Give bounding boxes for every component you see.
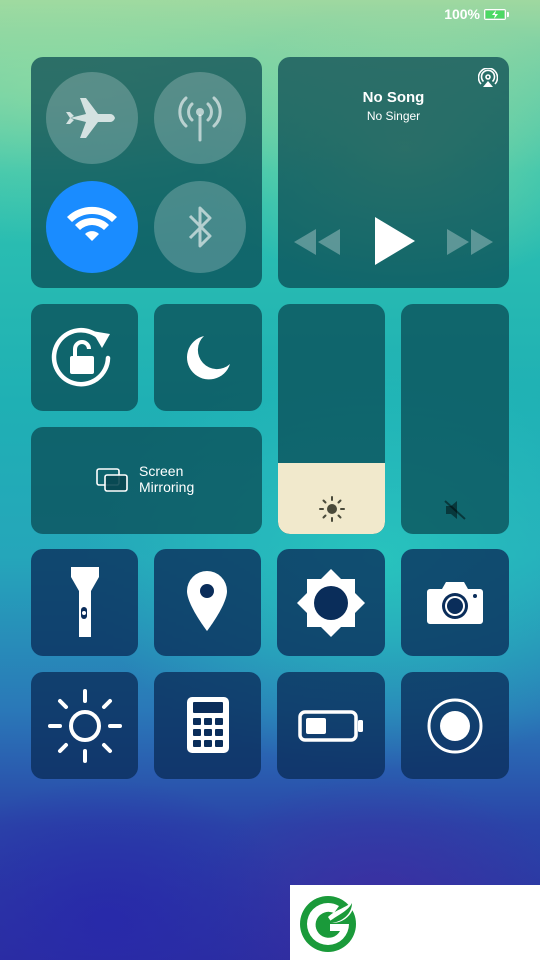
music-panel: No Song No Singer [278,57,509,288]
cellular-button[interactable] [154,72,246,164]
sun-small-icon [319,496,345,522]
antenna-icon [178,96,222,142]
volume-slider[interactable] [401,304,509,534]
location-button[interactable] [154,549,261,656]
screen-mirroring-label: Screen Mirroring [139,463,194,495]
wifi-button[interactable] [46,181,138,273]
connectivity-panel [31,57,262,288]
brightness-gear-icon [297,569,365,637]
do-not-disturb-button[interactable] [154,304,262,411]
moon-icon [187,336,230,380]
leaf-g-logo [300,896,356,952]
camera-icon [427,582,483,624]
airplane-icon [66,98,115,138]
flashlight-icon [71,567,99,637]
next-icon[interactable] [445,227,495,257]
watermark-logo-panel [290,885,540,960]
brightness-slider[interactable] [278,304,385,534]
calculator-button[interactable] [154,672,261,779]
airplay-icon[interactable] [478,68,498,88]
battery-button[interactable] [277,672,385,779]
status-bar: 100% [444,6,509,22]
airplane-mode-button[interactable] [46,72,138,164]
previous-icon[interactable] [292,227,342,257]
flashlight-button[interactable] [31,549,138,656]
screen-mirroring-label-line1: Screen [139,463,184,479]
screen-mirroring-icon [96,468,128,492]
auto-brightness-button[interactable] [277,549,385,656]
battery-percent: 100% [444,6,480,22]
song-artist: No Singer [366,109,421,123]
wifi-icon [67,206,117,241]
screen-record-button[interactable] [401,672,509,779]
bluetooth-button[interactable] [154,181,246,273]
location-pin-icon [187,571,227,631]
battery-charging-icon [484,8,509,20]
song-title: No Song [362,89,425,106]
record-icon [427,698,483,754]
calculator-icon [187,697,229,753]
play-icon[interactable] [371,215,417,267]
mute-icon [444,500,466,520]
rotation-lock-icon [51,327,111,387]
screen-mirroring-label-line2: Mirroring [139,479,195,495]
battery-icon [298,710,363,742]
camera-button[interactable] [401,549,509,656]
bluetooth-icon [188,206,212,248]
sun-icon [48,689,122,763]
rotation-lock-button[interactable] [31,304,138,411]
screen-mirroring-button[interactable]: Screen Mirroring [31,427,262,534]
display-button[interactable] [31,672,138,779]
